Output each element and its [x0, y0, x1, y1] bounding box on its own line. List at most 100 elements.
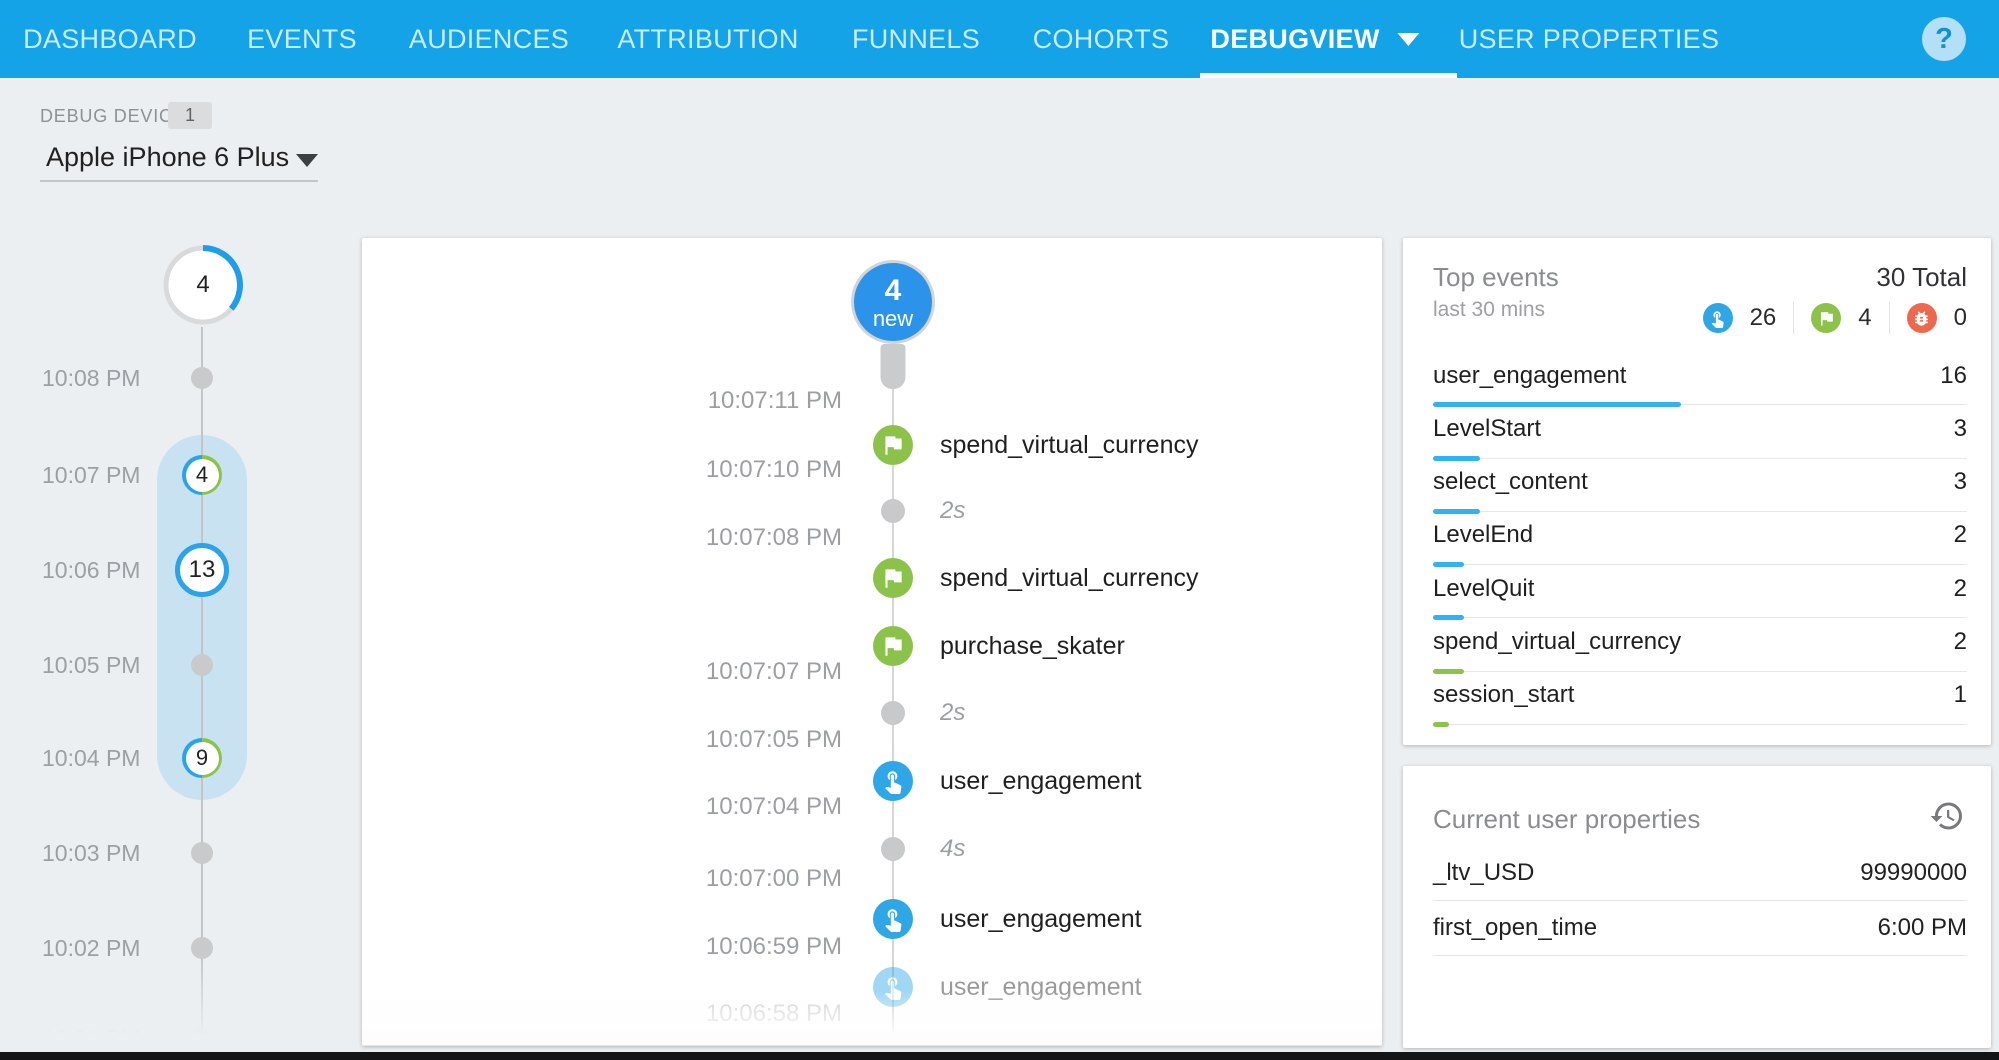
summary-flag-icon — [1811, 303, 1841, 333]
user-property-value: 99990000 — [1860, 859, 1967, 887]
top-event-name: select_content — [1433, 468, 1588, 496]
event-type-icon — [873, 899, 913, 939]
stream-timestamp: 10:07:11 PM — [642, 387, 842, 415]
top-event-row[interactable]: LevelEnd2 — [1433, 512, 1967, 565]
rail-minute-dot — [191, 1027, 213, 1049]
event-type-icon — [873, 425, 913, 465]
tab-debugview[interactable]: DEBUGVIEW — [1210, 0, 1419, 78]
tab-dashboard[interactable]: DASHBOARD — [23, 0, 197, 78]
event-type-icon — [873, 761, 913, 801]
event-name[interactable]: spend_virtual_currency — [940, 430, 1198, 460]
gap-dot — [881, 499, 905, 523]
event-name[interactable]: user_engagement — [940, 904, 1142, 934]
rail-time-label: 10:02 PM — [42, 934, 172, 962]
top-event-name: user_engagement — [1433, 362, 1626, 390]
device-select[interactable]: Apple iPhone 6 Plus — [40, 138, 318, 182]
touch-icon — [880, 906, 906, 932]
top-event-row[interactable]: user_engagement16 — [1433, 352, 1967, 405]
touch-icon — [880, 974, 906, 1000]
tab-events[interactable]: EVENTS — [247, 0, 357, 78]
debug-device-label: DEBUG DEVICE — [40, 106, 186, 127]
stream-timestamp: 10:07:05 PM — [642, 726, 842, 754]
tab-user-properties[interactable]: USER PROPERTIES — [1459, 0, 1720, 78]
new-events-label: new — [873, 307, 913, 330]
seconds-countdown-circle[interactable]: 4 — [162, 244, 244, 326]
flag-icon — [1817, 309, 1836, 328]
summary-touch-icon — [1703, 303, 1733, 333]
gap-dot — [881, 837, 905, 861]
summary-count: 4 — [1858, 304, 1871, 332]
rail-minute-count-value: 4 — [186, 459, 219, 492]
user-property-value: 6:00 PM — [1878, 914, 1967, 942]
top-events-title: Top events — [1433, 262, 1559, 293]
tab-label: USER PROPERTIES — [1459, 24, 1720, 55]
top-event-count: 2 — [1954, 521, 1967, 549]
top-event-row[interactable]: spend_virtual_currency2 — [1433, 618, 1967, 671]
stream-timestamp: 10:06:58 PM — [642, 1000, 842, 1028]
user-property-row[interactable]: first_open_time 6:00 PM — [1433, 901, 1967, 956]
rail-time-label: 10:05 PM — [42, 651, 172, 679]
event-name[interactable]: purchase_skater — [940, 631, 1125, 661]
tab-cohorts[interactable]: COHORTS — [1033, 0, 1170, 78]
summary-count: 0 — [1954, 304, 1967, 332]
touch-icon — [880, 768, 906, 794]
event-name[interactable]: user_engagement — [940, 766, 1142, 796]
top-event-row[interactable]: LevelStart3 — [1433, 405, 1967, 458]
user-properties-card: Current user properties _ltv_USD99990000… — [1403, 766, 1991, 1048]
top-event-count: 1 — [1954, 681, 1967, 709]
touch-icon — [1708, 309, 1727, 328]
new-events-peg — [881, 344, 906, 389]
rail-minute-dot — [191, 654, 213, 676]
flag-icon — [880, 633, 906, 659]
stream-timestamp: 10:07:10 PM — [642, 456, 842, 484]
new-events-pin[interactable]: 4 new — [854, 263, 932, 341]
tab-attribution[interactable]: ATTRIBUTION — [617, 0, 798, 78]
rail-minute-count[interactable]: 13 — [175, 543, 229, 597]
top-event-name: session_start — [1433, 681, 1574, 709]
top-nav: DASHBOARD EVENTS AUDIENCES ATTRIBUTION FUNNE… — [0, 0, 1999, 78]
rail-time-label: 10:07 PM — [42, 461, 172, 489]
top-events-subtitle: last 30 mins — [1433, 298, 1545, 322]
rail-minute-count-value: 9 — [186, 742, 219, 775]
event-type-icon — [873, 967, 913, 1007]
help-icon[interactable]: ? — [1922, 17, 1966, 61]
gap-duration: 4s — [940, 835, 965, 863]
debugview-screen: DASHBOARD EVENTS AUDIENCES ATTRIBUTION FUNNE… — [0, 0, 1999, 1060]
summary-count: 26 — [1750, 304, 1777, 332]
tab-label: DASHBOARD — [23, 24, 197, 55]
top-event-count: 3 — [1954, 468, 1967, 496]
tab-audiences[interactable]: AUDIENCES — [409, 0, 569, 78]
rail-time-label: 10:01 PM — [42, 1024, 172, 1052]
gap-dot — [881, 701, 905, 725]
flag-icon — [880, 565, 906, 591]
stream-timestamp: 10:07:00 PM — [642, 865, 842, 893]
user-property-row[interactable]: _ltv_USD 99990000 — [1433, 846, 1967, 901]
user-property-name: first_open_time — [1433, 914, 1597, 942]
tab-label: COHORTS — [1033, 24, 1170, 55]
tab-label: AUDIENCES — [409, 24, 569, 55]
stream-bottom-fade — [362, 991, 1382, 1046]
event-name[interactable]: user_engagement — [940, 972, 1142, 1002]
top-event-count: 3 — [1954, 415, 1967, 443]
top-events-card: Top events last 30 mins 30 Total 26 4 0 us… — [1403, 238, 1991, 745]
rail-minute-count[interactable]: 4 — [182, 455, 222, 495]
user-property-name: _ltv_USD — [1433, 859, 1534, 887]
rail-minute-count[interactable]: 9 — [182, 738, 222, 778]
top-event-count: 2 — [1954, 628, 1967, 656]
event-name[interactable]: spend_virtual_currency — [940, 563, 1198, 593]
rail-time-label: 10:04 PM — [42, 744, 172, 772]
summary-bug-icon — [1907, 303, 1937, 333]
new-events-count: 4 — [885, 275, 902, 307]
top-event-row[interactable]: LevelQuit2 — [1433, 565, 1967, 618]
tab-funnels[interactable]: FUNNELS — [852, 0, 980, 78]
gap-duration: 2s — [940, 699, 965, 727]
top-event-row[interactable]: session_start 1 — [1433, 672, 1967, 725]
top-event-row[interactable]: select_content 3 — [1433, 459, 1967, 512]
rail-time-label: 10:06 PM — [42, 556, 172, 584]
event-type-icon — [873, 558, 913, 598]
flag-icon — [880, 432, 906, 458]
history-icon[interactable] — [1929, 798, 1965, 839]
top-events-total: 30 Total — [1876, 262, 1967, 293]
active-tab-underline — [1200, 73, 1457, 78]
debug-device-count-badge: 1 — [168, 102, 212, 129]
